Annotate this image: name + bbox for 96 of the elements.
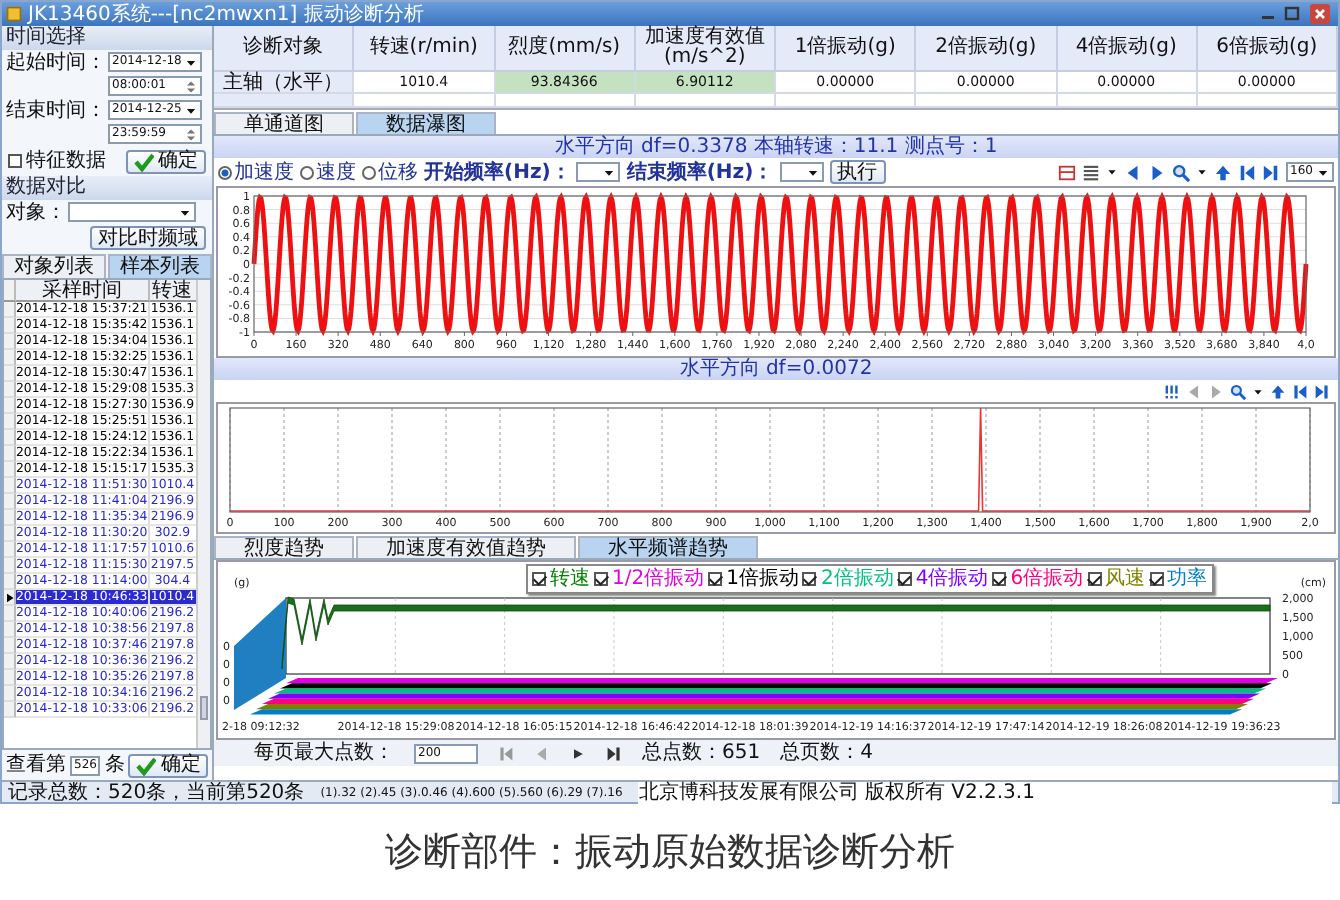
- field-label: 起始时间：: [6, 51, 106, 73]
- legend-item[interactable]: 1倍振动: [708, 568, 799, 590]
- tab[interactable]: 加速度有效值趋势: [356, 536, 576, 558]
- scrollbar[interactable]: [196, 280, 210, 748]
- dropdown-caret-icon[interactable]: [178, 205, 192, 219]
- next-icon[interactable]: [570, 745, 586, 761]
- skip-end-icon[interactable]: [1314, 383, 1330, 399]
- table-icon[interactable]: [1058, 163, 1076, 181]
- skip-start-icon[interactable]: [498, 745, 514, 761]
- field-label: 条: [104, 754, 125, 776]
- legend-item[interactable]: 风速: [1087, 568, 1146, 590]
- maximize-button[interactable]: [1282, 4, 1302, 24]
- dropdown-caret-icon[interactable]: [602, 165, 617, 179]
- list-icon[interactable]: [1082, 163, 1100, 181]
- checkbox[interactable]: 特征数据: [8, 150, 106, 172]
- row-header: 主轴（水平）: [214, 72, 355, 94]
- tab[interactable]: 烈度趋势: [214, 536, 354, 558]
- up-arrow-icon[interactable]: [1214, 163, 1232, 181]
- column-header[interactable]: 转速: [149, 280, 198, 302]
- up-arrow-icon[interactable]: [1270, 383, 1286, 399]
- legend-item[interactable]: 1/2倍振动: [594, 568, 705, 590]
- spinner-icon[interactable]: [184, 127, 198, 141]
- tab[interactable]: 水平频谱趋势: [578, 536, 758, 558]
- legend-item[interactable]: 6倍振动: [992, 568, 1084, 590]
- dropdown-caret-icon[interactable]: [1196, 166, 1208, 178]
- legend-checkbox[interactable]: [802, 572, 817, 586]
- legend-checkbox[interactable]: [594, 572, 608, 586]
- skip-start-icon[interactable]: [1238, 163, 1256, 181]
- column-header: 诊断对象: [214, 26, 355, 72]
- confirm-button[interactable]: 确定: [126, 149, 206, 173]
- field-label: 开始频率(Hz)：: [424, 161, 571, 183]
- dropdown-caret-icon[interactable]: [1106, 166, 1118, 178]
- radio-button[interactable]: 速度: [300, 161, 356, 183]
- row-header[interactable]: [4, 590, 16, 606]
- skip-end-icon[interactable]: [606, 745, 622, 761]
- zoom-icon[interactable]: [1172, 163, 1190, 181]
- dropdown-caret-icon[interactable]: [805, 165, 820, 179]
- check-icon: [134, 151, 154, 171]
- zoom-icon[interactable]: [1230, 383, 1246, 399]
- legend-checkbox[interactable]: [992, 572, 1007, 586]
- window-title: JK13460系统---[nc2mwxn1] 振动诊断分析: [28, 3, 424, 25]
- row-pointer-icon: [4, 591, 16, 603]
- section-header: 数据对比: [2, 176, 212, 200]
- column-header: 转速(r/min): [354, 26, 495, 72]
- radio-button[interactable]: 位移: [362, 161, 418, 183]
- field-label: 每页最大点数：: [254, 742, 394, 764]
- column-header: 烈度(mm/s): [495, 26, 636, 72]
- spinner-icon[interactable]: [184, 79, 198, 93]
- tab[interactable]: 单通道图: [214, 112, 354, 134]
- column-header: 1倍振动(g): [776, 26, 917, 72]
- legend-checkbox[interactable]: [1149, 572, 1164, 586]
- field-label: 结束时间：: [6, 99, 106, 121]
- caption: 诊断部件：振动原始数据诊断分析: [385, 828, 955, 876]
- right-arrow-icon[interactable]: [1148, 163, 1166, 181]
- frequency-dropdown[interactable]: [779, 162, 824, 182]
- legend-item[interactable]: 4倍振动: [897, 568, 989, 590]
- status-text: 北京博科技发展有限公司 版权所有 V2.2.3.1: [638, 781, 1332, 803]
- compare-button[interactable]: 对比时频域: [90, 226, 206, 250]
- run-button[interactable]: 执行: [829, 160, 886, 184]
- bar-chart-icon[interactable]: [1164, 383, 1180, 399]
- dropdown-caret-icon[interactable]: [184, 55, 198, 69]
- skip-start-icon[interactable]: [1292, 383, 1308, 399]
- legend-checkbox[interactable]: [708, 572, 723, 586]
- column-header[interactable]: 采样时间: [16, 280, 150, 302]
- column-header: 6倍振动(g): [1197, 26, 1338, 72]
- skip-end-icon[interactable]: [1262, 163, 1280, 181]
- field-label: 结束频率(Hz)：: [626, 161, 774, 183]
- tab[interactable]: 对象列表: [2, 254, 106, 278]
- dropdown-caret-icon[interactable]: [1316, 165, 1330, 179]
- column-header: 2倍振动(g): [916, 26, 1057, 72]
- column-header: 加速度有效值(m/s^2): [635, 26, 776, 72]
- column-header: 4倍振动(g): [1057, 26, 1198, 72]
- field-label: 对象：: [6, 201, 66, 223]
- dropdown-caret-icon[interactable]: [1252, 385, 1264, 397]
- left-arrow-icon[interactable]: [1124, 163, 1142, 181]
- info-bar: 水平方向 df=0.0072: [214, 358, 1338, 380]
- tab[interactable]: 样本列表: [108, 254, 212, 278]
- close-button[interactable]: [1306, 4, 1334, 24]
- total-points: 总点数：651: [642, 742, 761, 764]
- total-pages: 总页数：4: [780, 742, 873, 764]
- legend-checkbox[interactable]: [532, 572, 546, 586]
- radio-button[interactable]: 加速度: [218, 161, 294, 183]
- field-label: 查看第: [6, 754, 66, 776]
- confirm-button[interactable]: 确定: [128, 753, 209, 777]
- frequency-dropdown[interactable]: [576, 162, 621, 182]
- app-icon: [6, 6, 22, 22]
- legend-item[interactable]: 功率: [1149, 568, 1208, 590]
- dropdown-caret-icon[interactable]: [184, 103, 198, 117]
- status-text: 记录总数：520条，当前第520条: [8, 781, 305, 803]
- legend-item[interactable]: 转速: [532, 568, 590, 590]
- check-icon: [136, 755, 157, 775]
- tab[interactable]: 数据瀑图: [356, 112, 496, 134]
- legend-checkbox[interactable]: [1087, 572, 1102, 586]
- info-bar: 水平方向 df=0.3378 本轴转速：11.1 测点号：1: [214, 136, 1338, 158]
- legend-checkbox[interactable]: [897, 572, 912, 586]
- section-header: 时间选择: [2, 26, 212, 50]
